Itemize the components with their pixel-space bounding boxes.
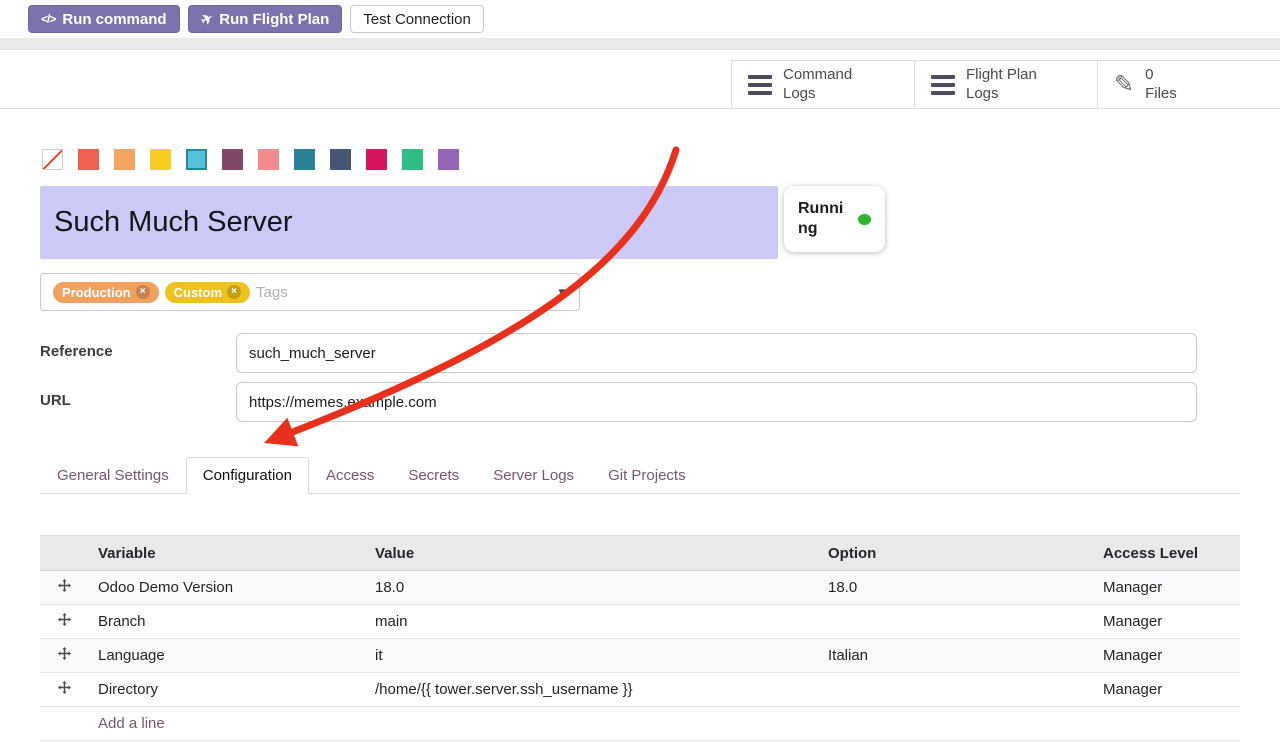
color-swatch-red[interactable]: [78, 149, 99, 170]
url-row: URL: [40, 382, 1197, 422]
files-count: 0: [1145, 66, 1177, 85]
cell-option[interactable]: Italian: [818, 639, 1093, 673]
tab-access[interactable]: Access: [309, 457, 391, 494]
cell-value[interactable]: it: [365, 639, 818, 673]
smart-button-group: Command Logs Flight Plan Logs ✎ 0 Files: [731, 60, 1280, 108]
files-label: 0 Files: [1145, 66, 1177, 104]
url-label: URL: [40, 382, 236, 409]
color-swatch-teal[interactable]: [294, 149, 315, 170]
test-connection-button[interactable]: Test Connection: [350, 5, 484, 33]
column-header-value: Value: [365, 536, 818, 571]
color-swatch-green[interactable]: [402, 149, 423, 170]
reference-label: Reference: [40, 333, 236, 360]
color-swatch-salmon[interactable]: [258, 149, 279, 170]
color-palette: [42, 149, 1280, 170]
tab-secrets[interactable]: Secrets: [391, 457, 476, 494]
tag-custom: Custom ×: [165, 282, 250, 303]
dropdown-caret-icon[interactable]: ▾: [558, 284, 565, 300]
cell-variable[interactable]: Directory: [88, 673, 365, 707]
reference-row: Reference: [40, 333, 1197, 373]
move-icon: [58, 613, 71, 626]
cell-option[interactable]: [818, 605, 1093, 639]
cell-access-level[interactable]: Manager: [1093, 571, 1240, 605]
column-header-access-level: Access Level: [1093, 536, 1240, 571]
configuration-table: Variable Value Option Access Level Odoo …: [40, 535, 1240, 741]
menu-icon: [748, 75, 772, 95]
run-flight-plan-label: Run Flight Plan: [219, 12, 329, 27]
table-row[interactable]: Odoo Demo Version 18.0 18.0 Manager: [40, 571, 1240, 605]
tag-production: Production ×: [53, 282, 159, 303]
flight-plan-logs-label: Flight Plan Logs: [966, 66, 1037, 104]
color-swatch-navy[interactable]: [330, 149, 351, 170]
table-row[interactable]: Branch main Manager: [40, 605, 1240, 639]
pencil-icon: ✎: [1114, 73, 1134, 97]
run-flight-plan-button[interactable]: ✈ Run Flight Plan: [188, 5, 343, 33]
cell-value[interactable]: /home/{{ tower.server.ssh_username }}: [365, 673, 818, 707]
add-line-link[interactable]: Add a line: [98, 715, 165, 732]
files-button[interactable]: ✎ 0 Files: [1097, 61, 1280, 108]
status-card: Running: [784, 186, 885, 252]
cell-option[interactable]: [818, 673, 1093, 707]
column-header-variable: Variable: [88, 536, 365, 571]
column-header-option: Option: [818, 536, 1093, 571]
move-icon: [58, 579, 71, 592]
menu-icon: [931, 75, 955, 95]
status-label: Running: [798, 199, 850, 239]
drag-handle[interactable]: [40, 639, 88, 673]
drag-handle[interactable]: [40, 605, 88, 639]
add-line-row: Add a line: [40, 707, 1240, 741]
tags-field[interactable]: Production × Custom × Tags ▾: [40, 273, 580, 311]
cell-variable[interactable]: Odoo Demo Version: [88, 571, 365, 605]
handle-column-header: [40, 536, 88, 571]
reference-input[interactable]: [236, 333, 1197, 373]
table-row[interactable]: Directory /home/{{ tower.server.ssh_user…: [40, 673, 1240, 707]
remove-tag-icon[interactable]: ×: [227, 285, 241, 299]
cell-variable[interactable]: Language: [88, 639, 365, 673]
move-icon: [58, 647, 71, 660]
server-name: Such Much Server: [54, 206, 293, 239]
drag-handle[interactable]: [40, 673, 88, 707]
code-icon: </>: [41, 13, 55, 25]
move-icon: [58, 681, 71, 694]
color-swatch-purple[interactable]: [438, 149, 459, 170]
tags-placeholder: Tags: [256, 284, 288, 301]
separator-strip: [0, 38, 1280, 50]
tab-git-projects[interactable]: Git Projects: [591, 457, 703, 494]
remove-tag-icon[interactable]: ×: [136, 285, 150, 299]
tab-configuration[interactable]: Configuration: [186, 457, 309, 494]
command-logs-label: Command Logs: [783, 66, 852, 104]
tab-general-settings[interactable]: General Settings: [40, 457, 186, 494]
cell-access-level[interactable]: Manager: [1093, 673, 1240, 707]
plane-icon: ✈: [198, 10, 215, 28]
color-swatch-cyan-selected[interactable]: [186, 149, 207, 170]
smart-button-row: Command Logs Flight Plan Logs ✎ 0 Files: [0, 50, 1280, 109]
cell-access-level[interactable]: Manager: [1093, 639, 1240, 673]
test-connection-label: Test Connection: [363, 12, 471, 27]
status-bar: </> Run command ✈ Run Flight Plan Test C…: [0, 0, 1280, 38]
cell-value[interactable]: main: [365, 605, 818, 639]
tab-bar: General Settings Configuration Access Se…: [40, 457, 1240, 494]
cell-variable[interactable]: Branch: [88, 605, 365, 639]
flight-plan-logs-button[interactable]: Flight Plan Logs: [914, 61, 1097, 108]
color-swatch-yellow[interactable]: [150, 149, 171, 170]
cell-access-level[interactable]: Manager: [1093, 605, 1240, 639]
run-command-label: Run command: [62, 12, 166, 27]
drag-handle[interactable]: [40, 571, 88, 605]
status-dot-icon: [858, 214, 871, 225]
title-row: Such Much Server Running: [40, 186, 1240, 259]
color-swatch-orange[interactable]: [114, 149, 135, 170]
cell-value[interactable]: 18.0: [365, 571, 818, 605]
command-logs-button[interactable]: Command Logs: [731, 61, 914, 108]
tab-server-logs[interactable]: Server Logs: [476, 457, 591, 494]
url-input[interactable]: [236, 382, 1197, 422]
color-swatch-none[interactable]: [42, 149, 63, 170]
server-name-field[interactable]: Such Much Server: [40, 186, 778, 259]
run-command-button[interactable]: </> Run command: [28, 5, 180, 33]
color-swatch-dark-purple[interactable]: [222, 149, 243, 170]
color-swatch-magenta[interactable]: [366, 149, 387, 170]
table-header-row: Variable Value Option Access Level: [40, 536, 1240, 571]
table-row[interactable]: Language it Italian Manager: [40, 639, 1240, 673]
cell-option[interactable]: 18.0: [818, 571, 1093, 605]
